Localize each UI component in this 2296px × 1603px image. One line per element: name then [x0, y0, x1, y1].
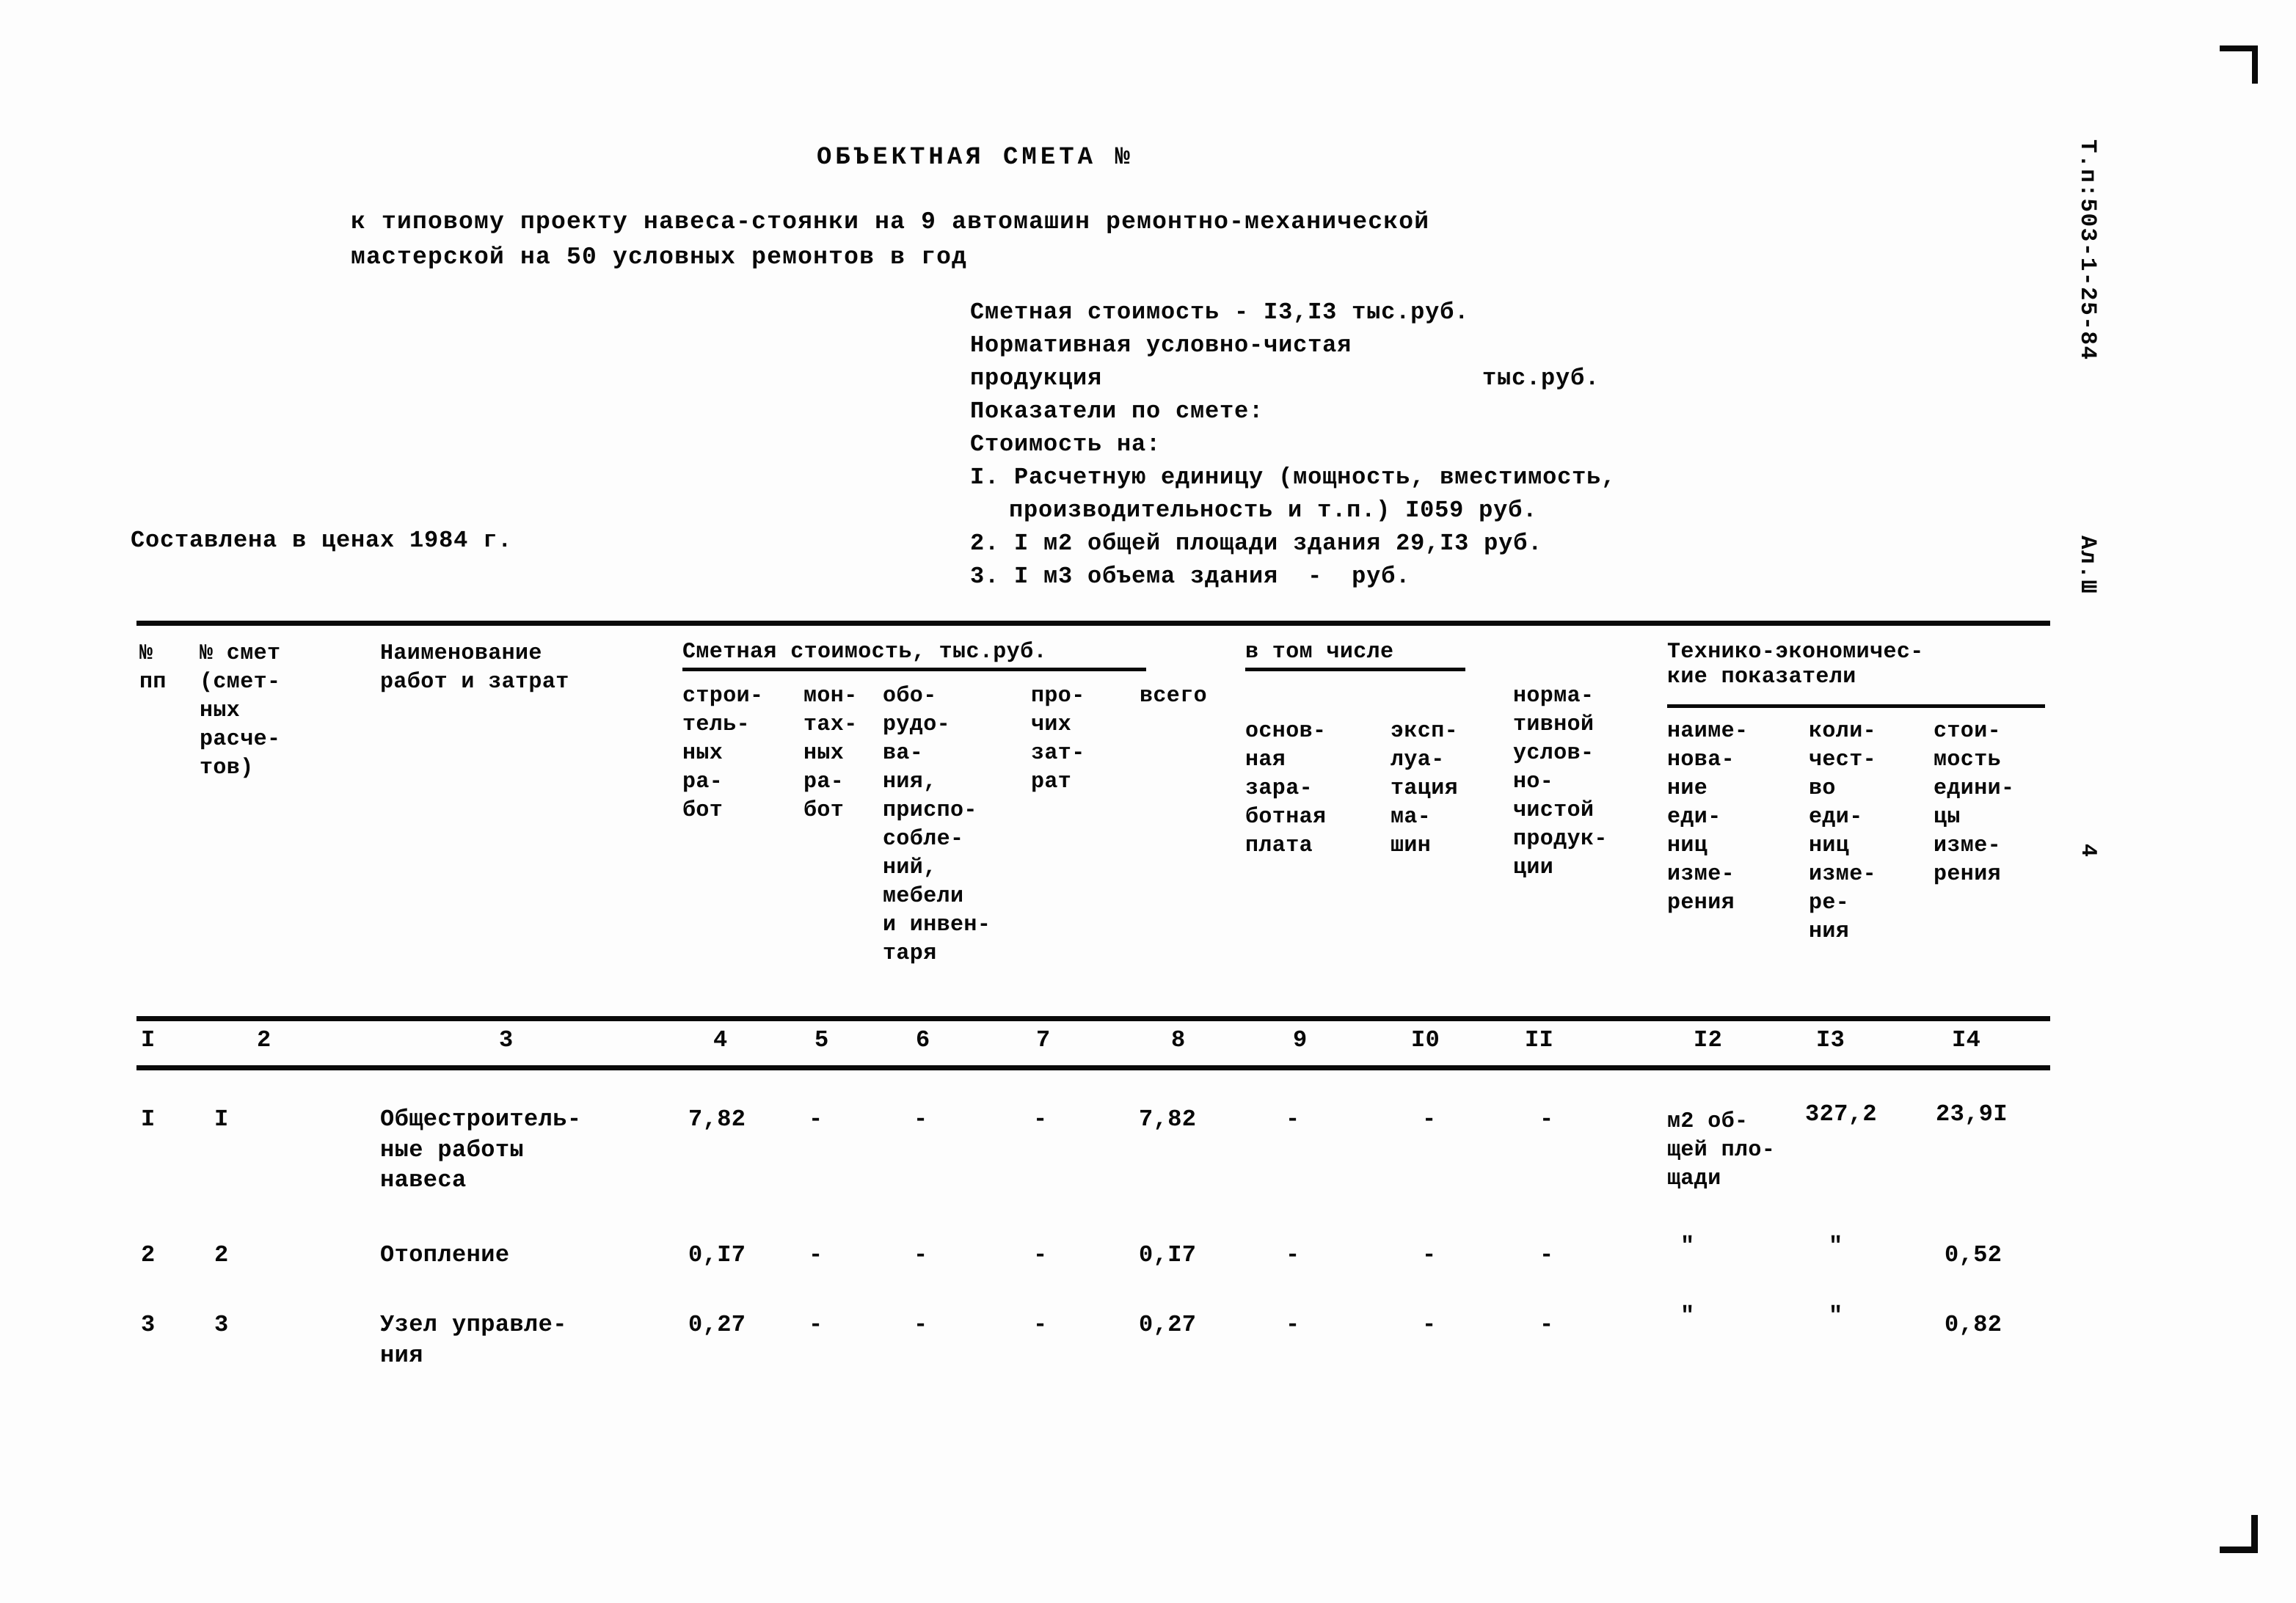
table-header-rule [136, 1016, 2050, 1021]
table-row: - [1286, 1106, 1300, 1133]
subtitle-line-2: мастерской на 50 условных ремонтов в год [351, 244, 968, 271]
table-row: - [1033, 1106, 1048, 1133]
table-row: 2 [214, 1241, 229, 1268]
column-number-1: I [141, 1026, 156, 1054]
table-row: - [1539, 1311, 1554, 1338]
column-number-13: I3 [1816, 1026, 1845, 1054]
summary-item-2: 2. I м2 общей площади здания 29,I3 руб. [970, 530, 1543, 557]
table-row: - [809, 1241, 823, 1268]
table-row: - [1033, 1241, 1048, 1268]
header-group-tech: Технико-экономичес- кие показатели [1667, 640, 1924, 690]
table-row: Узел управле- ния [380, 1311, 567, 1369]
header-group-including: в том числе [1245, 640, 1394, 665]
table-row: Отопление [380, 1241, 510, 1268]
table-row: I [214, 1106, 229, 1133]
header-col-10: эксп- луа- тация ма- шин [1391, 719, 1459, 858]
table-row: " [1829, 1233, 1843, 1260]
summary-production-label: продукция [970, 365, 1103, 392]
header-col-1: № пп [139, 641, 167, 695]
header-col-14: стои- мость едини- цы изме- рения [1934, 719, 2015, 887]
table-row: 0,I7 [688, 1241, 746, 1268]
crop-mark-bottom-right [2220, 1515, 2258, 1553]
document-page: Т.п:503-1-25-84 Ал.Ш 4 ОБЪЕКТНАЯ СМЕТА №… [0, 0, 2296, 1603]
summary-indicators-heading: Показатели по смете: [970, 398, 1264, 425]
table-column-number-rule [136, 1065, 2050, 1070]
header-col-9: основ- ная зара- ботная плата [1245, 719, 1327, 858]
summary-item-1-line-2: производительность и т.п.) I059 руб. [1009, 497, 1538, 524]
table-row: " [1680, 1233, 1695, 1260]
subtitle-line-1: к типовому проекту навеса-стоянки на 9 а… [351, 208, 1430, 235]
table-row: - [809, 1106, 823, 1133]
table-row: " [1829, 1302, 1843, 1329]
page-title: ОБЪЕКТНАЯ СМЕТА № [817, 144, 1134, 172]
column-number-7: 7 [1036, 1026, 1051, 1054]
column-number-9: 9 [1293, 1026, 1308, 1054]
summary-estimate-cost: Сметная стоимость - I3,I3 тыс.руб. [970, 299, 1470, 326]
table-row: 0,27 [688, 1311, 746, 1338]
prices-year-note: Составлена в ценах 1984 г. [131, 527, 513, 554]
column-number-2: 2 [257, 1026, 271, 1054]
header-col-8: всего [1140, 684, 1208, 709]
table-row: - [1422, 1106, 1437, 1133]
table-row: - [914, 1311, 928, 1338]
margin-page-number: 4 [2075, 844, 2100, 858]
table-row: 2 [141, 1241, 156, 1268]
table-row: - [914, 1106, 928, 1133]
table-row: 3 [141, 1311, 156, 1338]
summary-item-3: 3. I м3 объема здания - руб. [970, 563, 1411, 590]
column-number-8: 8 [1171, 1026, 1186, 1054]
summary-cost-per-heading: Стоимость на: [970, 431, 1162, 458]
column-number-12: I2 [1694, 1026, 1723, 1054]
table-row: Общестроитель- ные работы навеса [380, 1106, 582, 1194]
column-number-14: I4 [1952, 1026, 1981, 1054]
table-row: 0,I7 [1139, 1241, 1197, 1268]
table-row: " [1680, 1302, 1695, 1329]
summary-production-units: тыс.руб. [1482, 365, 1600, 392]
margin-project-code: Т.п:503-1-25-84 [2074, 139, 2100, 361]
group-including-underline [1245, 668, 1465, 671]
group-tech-underline [1667, 704, 2045, 708]
header-col-5: мон- тах- ных ра- бот [803, 684, 858, 823]
table-row: - [1539, 1241, 1554, 1268]
table-row: - [1539, 1106, 1554, 1133]
table-row: м2 об- щей пло- щади [1667, 1109, 1776, 1191]
table-row: 23,9I [1936, 1100, 2008, 1128]
header-col-12: наиме- нова- ние еди- ниц изме- рения [1667, 719, 1749, 916]
table-row: 327,2 [1805, 1100, 1878, 1128]
header-col-2: № смет (смет- ных расче- тов) [200, 641, 281, 781]
column-number-5: 5 [814, 1026, 829, 1054]
column-number-11: II [1525, 1026, 1554, 1054]
summary-item-1-line-1: I. Расчетную единицу (мощность, вместимо… [970, 464, 1617, 491]
table-row: I [141, 1106, 156, 1133]
table-row: 7,82 [688, 1106, 746, 1133]
table-row: 0,27 [1139, 1311, 1197, 1338]
table-row: - [809, 1311, 823, 1338]
header-col-6: обо- рудо- ва- ния, приспо- собле- ний, … [883, 684, 991, 966]
table-row: - [1033, 1311, 1048, 1338]
table-row: 7,82 [1139, 1106, 1197, 1133]
table-top-rule [136, 621, 2050, 626]
column-number-3: 3 [499, 1026, 514, 1054]
table-row: 0,52 [1945, 1241, 2002, 1268]
header-col-3: Наименование работ и затрат [380, 641, 569, 695]
header-col-11: норма- тивной услов- но- чистой продук- … [1513, 684, 1608, 880]
column-number-10: I0 [1411, 1026, 1440, 1054]
column-number-6: 6 [916, 1026, 930, 1054]
header-col-4: строи- тель- ных ра- бот [682, 684, 764, 823]
table-row: - [1422, 1241, 1437, 1268]
table-row: - [914, 1241, 928, 1268]
summary-normative-net-label: Нормативная условно-чистая [970, 332, 1352, 359]
table-row: - [1286, 1311, 1300, 1338]
margin-album: Ал.Ш [2074, 536, 2100, 595]
table-row: - [1286, 1241, 1300, 1268]
header-col-7: про- чих зат- рат [1031, 684, 1085, 795]
header-group-cost: Сметная стоимость, тыс.руб. [682, 640, 1047, 665]
table-row: 3 [214, 1311, 229, 1338]
group-cost-underline [682, 668, 1146, 671]
table-row: - [1422, 1311, 1437, 1338]
column-number-4: 4 [713, 1026, 728, 1054]
crop-mark-top-right [2220, 45, 2258, 84]
table-row: 0,82 [1945, 1311, 2002, 1338]
header-col-13: коли- чест- во еди- ниц изме- ре- ния [1809, 719, 1877, 944]
